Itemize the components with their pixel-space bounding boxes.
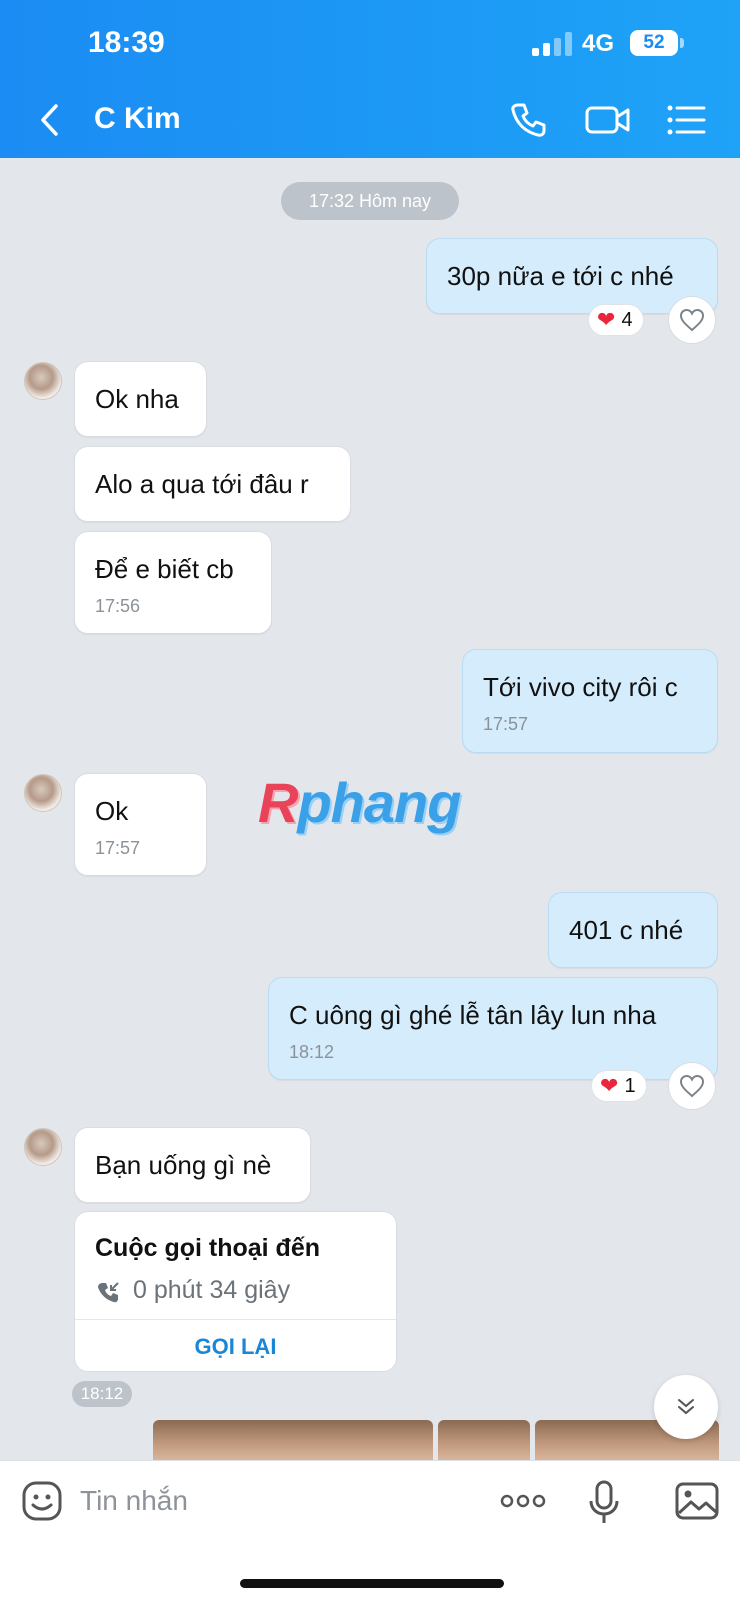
voice-call-button[interactable] (506, 98, 550, 142)
heart-outline-icon (679, 1074, 705, 1098)
photo-thumbnail[interactable] (438, 1420, 530, 1460)
message-text: C uông gì ghé lễ tân lây lun nha (289, 1000, 657, 1030)
reaction-count: 4 (621, 309, 633, 331)
message-timestamp: 17:56 (95, 596, 141, 616)
message-timestamp: 18:12 (289, 1042, 335, 1062)
contact-avatar[interactable] (24, 362, 62, 400)
message-text: Alo a qua tới đâu r (95, 469, 309, 499)
message-input[interactable] (80, 1477, 460, 1525)
microphone-icon (589, 1480, 619, 1523)
scroll-to-bottom-button[interactable] (654, 1375, 718, 1439)
message-text: 30p nữa e tới c nhé (447, 261, 674, 291)
incoming-call-card: Cuộc gọi thoại đến 0 phút 34 giây GỌI LẠ… (74, 1211, 397, 1372)
call-title: Cuộc gọi thoại đến (95, 1234, 320, 1262)
more-dots-icon (500, 1494, 546, 1508)
signal-strength-icon (532, 32, 574, 56)
image-icon (675, 1482, 719, 1520)
gallery-button[interactable] (674, 1479, 720, 1523)
chat-header: 18:39 4G 52 C Kim (0, 0, 740, 158)
message-text: 401 c nhé (569, 915, 684, 945)
react-heart-button[interactable] (668, 1062, 716, 1110)
message-timestamp: 17:57 (483, 714, 529, 734)
contact-avatar[interactable] (24, 1128, 62, 1166)
sticker-icon (22, 1481, 62, 1521)
message-timestamp: 17:57 (95, 838, 141, 858)
message-bubble-incoming[interactable]: Ok nha (74, 361, 207, 437)
voice-message-button[interactable] (584, 1479, 624, 1523)
reaction-badge[interactable]: ❤ 1 (591, 1070, 647, 1102)
chat-options-button[interactable] (664, 98, 708, 142)
message-bubble-outgoing[interactable]: Tới vivo city rôi c 17:57 (462, 649, 718, 753)
back-chevron-icon (41, 104, 58, 136)
reaction-count: 1 (624, 1075, 636, 1097)
message-bubble-outgoing[interactable]: C uông gì ghé lễ tân lây lun nha 18:12 (268, 977, 718, 1080)
message-bubble-incoming[interactable]: Bạn uống gì nè (74, 1127, 311, 1203)
date-separator: 17:32 Hôm nay (281, 182, 459, 220)
message-text: Tới vivo city rôi c (483, 672, 678, 702)
call-duration: 0 phút 34 giây (133, 1276, 291, 1304)
contact-name[interactable]: C Kim (94, 102, 181, 136)
incoming-call-icon (98, 1282, 119, 1303)
heart-icon: ❤ (600, 1073, 619, 1098)
battery-level: 52 (630, 30, 678, 56)
heart-outline-icon (679, 308, 705, 332)
call-back-button[interactable]: GỌI LẠI (75, 1320, 396, 1371)
heart-icon: ❤ (597, 307, 616, 332)
list-menu-icon (667, 105, 706, 135)
home-indicator (240, 1579, 504, 1588)
more-options-button[interactable] (498, 1479, 548, 1523)
video-camera-icon (585, 106, 630, 134)
network-type: 4G (582, 30, 615, 57)
sticker-button[interactable] (20, 1479, 66, 1523)
back-button[interactable] (36, 102, 66, 138)
video-call-button[interactable] (584, 98, 630, 142)
double-chevron-down-icon (678, 1399, 694, 1415)
message-timestamp: 18:12 (72, 1381, 132, 1407)
message-bubble-incoming[interactable]: Ok 17:57 (74, 773, 207, 876)
message-bubble-incoming[interactable]: Để e biết cb 17:56 (74, 531, 272, 634)
reaction-badge[interactable]: ❤ 4 (588, 304, 644, 336)
react-heart-button[interactable] (668, 296, 716, 344)
message-text: Ok nha (95, 384, 179, 414)
status-time: 18:39 (88, 26, 165, 59)
message-text: Để e biết cb (95, 554, 234, 584)
message-bubble-incoming[interactable]: Ok nha Alo a qua tới đâu r (74, 446, 351, 522)
message-bubble-outgoing[interactable]: 401 c nhé (548, 892, 718, 968)
contact-avatar[interactable] (24, 774, 62, 812)
battery-tip (680, 38, 684, 48)
message-text: Bạn uống gì nè (95, 1150, 272, 1180)
photo-thumbnail[interactable] (153, 1420, 433, 1460)
message-composer (0, 1460, 740, 1600)
phone-icon (511, 103, 546, 137)
message-text: Ok (95, 796, 129, 826)
watermark-logo: Rphang (258, 771, 461, 834)
